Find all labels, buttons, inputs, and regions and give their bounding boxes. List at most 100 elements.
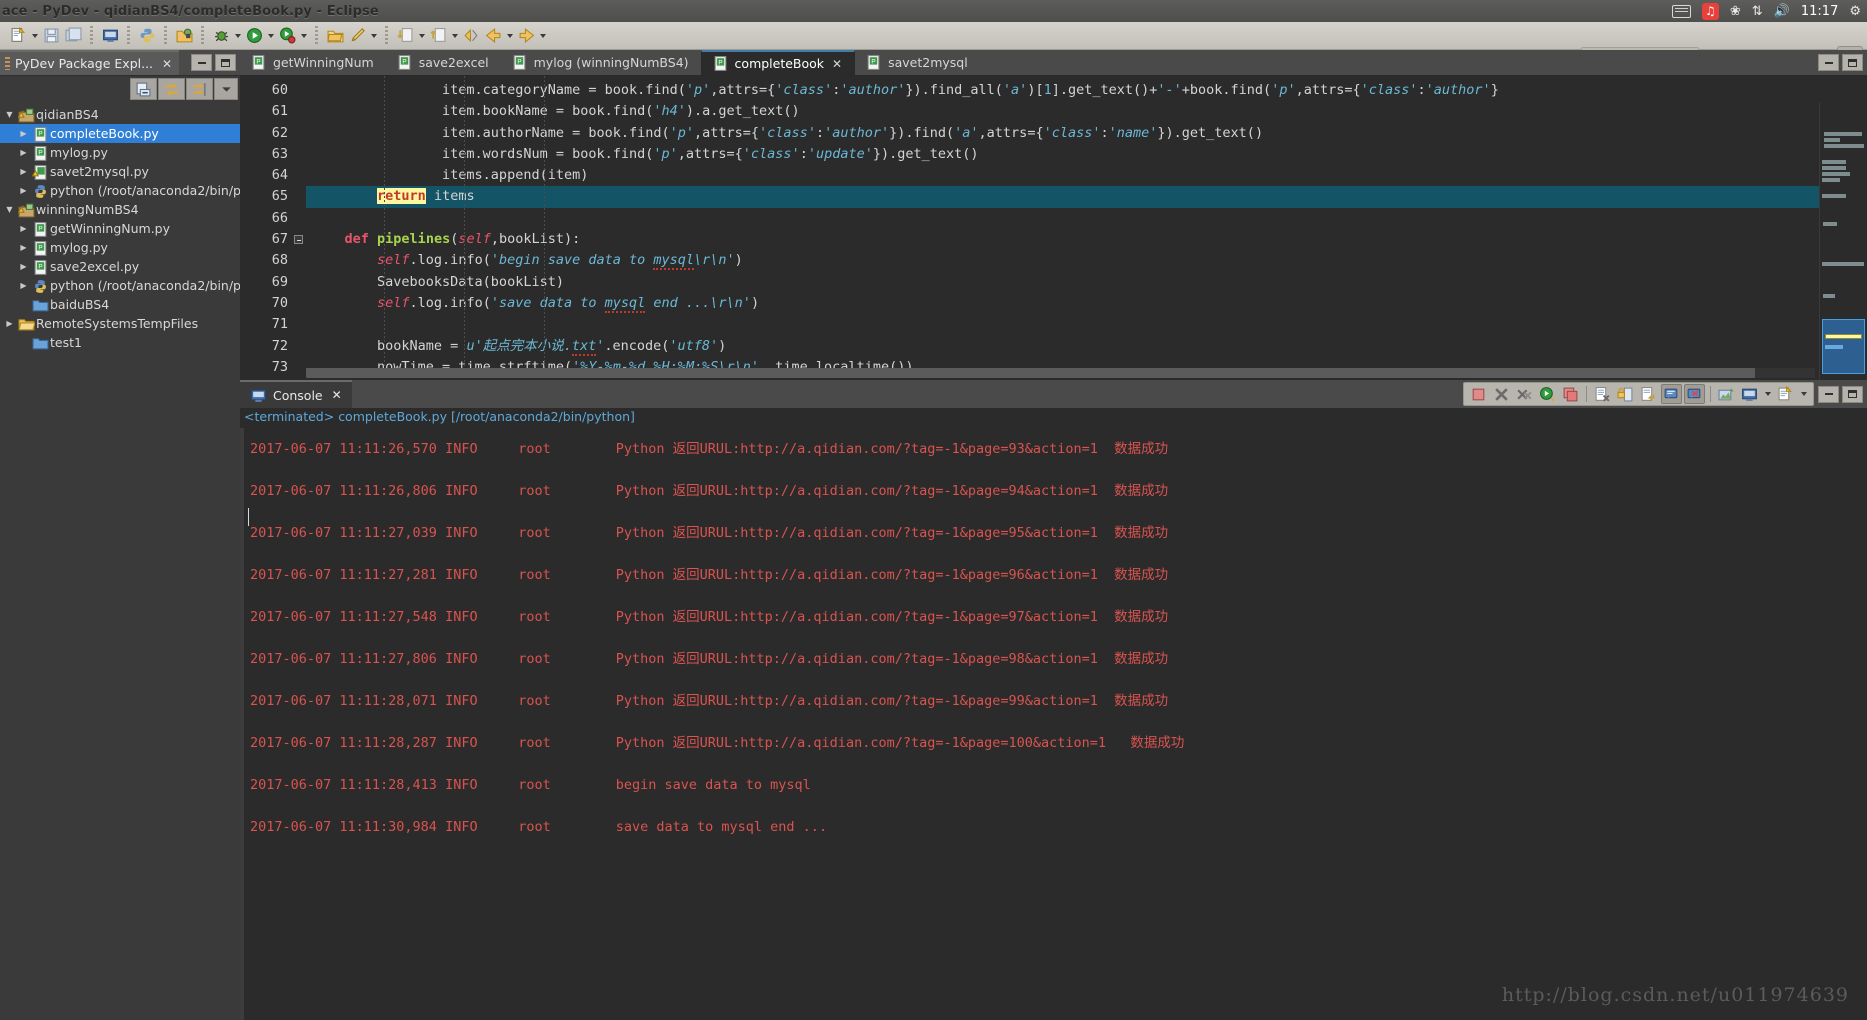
scroll-lock-icon[interactable] [1615,384,1636,404]
console-output[interactable]: 2017-06-07 11:11:26,570 INFO root Python… [240,428,1867,1020]
tree-item[interactable]: ▶savet2mysql.py [0,162,240,181]
save-icon[interactable] [40,25,62,47]
code-line[interactable]: bookName = u'起点完本小说.txt'.encode('utf8') [306,336,1867,357]
forward-dropdown-icon[interactable] [537,25,548,47]
music-icon[interactable]: ♫ [1702,3,1719,20]
settings-icon[interactable]: ⚙ [1849,5,1861,18]
tree-item[interactable]: ▶RemoteSystemsTempFiles [0,314,240,333]
new-icon[interactable] [7,25,29,47]
chevron-right-icon[interactable]: ▶ [18,281,29,290]
chevron-right-icon[interactable]: ▶ [18,224,29,233]
forward-icon[interactable] [515,25,537,47]
open-console-dropdown-arrow-icon[interactable] [1798,383,1809,405]
run-external-dropdown-icon[interactable] [298,25,309,47]
download-icon[interactable] [394,25,416,47]
prev-edit-icon[interactable] [460,25,482,47]
display-console-icon[interactable] [1739,384,1760,404]
clock[interactable]: 11:17 [1801,4,1838,19]
console-icon[interactable] [99,25,121,47]
code-line[interactable] [306,208,1867,229]
show-console-on-output-icon[interactable] [1684,384,1705,404]
tab-pydev-package-explorer[interactable]: PyDev Package Expl... ✕ [0,50,179,75]
tree-item[interactable]: ▶Pmylog.py [0,238,240,257]
view-menu-icon[interactable] [214,78,238,100]
chevron-right-icon[interactable]: ▶ [18,262,29,271]
chevron-down-icon[interactable]: ▼ [4,110,15,119]
open-console-icon[interactable] [1560,384,1581,404]
editor-tab-completebook[interactable]: PcompleteBook✕ [701,50,856,75]
maximize-button[interactable] [1842,386,1863,403]
code-line[interactable]: self.log.info('begin save data to mysql\… [306,250,1867,271]
close-icon[interactable]: ✕ [332,388,342,402]
bluetooth-icon[interactable]: ❀ [1730,5,1741,18]
download-dropdown-icon[interactable] [416,25,427,47]
display-console-dropdown-icon[interactable] [1762,383,1773,405]
editor-tab-getwinningnum[interactable]: PgetWinningNum [240,50,386,75]
tree-item[interactable]: ▶Psave2excel.py [0,257,240,276]
pencil-icon[interactable] [346,25,368,47]
chevron-right-icon[interactable]: ▶ [18,167,29,176]
link-editor-icon[interactable] [158,78,185,100]
maximize-button[interactable] [1842,54,1863,71]
editor-tab-mylog-winningnumbs4[interactable]: Pmylog (winningNumBS4) [501,50,701,75]
chevron-down-icon[interactable]: ▼ [4,205,15,214]
tree-item[interactable]: ▶PcompleteBook.py [0,124,240,143]
debug-dropdown-icon[interactable] [232,25,243,47]
tree-item[interactable]: ▶python (/root/anaconda2/bin/pyt [0,276,240,295]
code-line[interactable]: item.bookName = book.find('h4').a.get_te… [306,101,1867,122]
overview-ruler[interactable] [1819,102,1867,380]
search-dropdown-icon[interactable] [368,25,379,47]
collapse-all-icon[interactable] [130,78,157,100]
run-dropdown-icon[interactable] [265,25,276,47]
volume-icon[interactable]: 🔊 [1774,5,1790,18]
code-line[interactable] [306,314,1867,335]
open-folder-icon[interactable] [324,25,346,47]
open-console-dropdown-icon[interactable] [1775,384,1796,404]
chevron-right-icon[interactable]: ▶ [4,319,15,328]
code-line[interactable]: items.append(item) [306,165,1867,186]
tree-item[interactable]: ▶python (/root/anaconda2/bin/pyt [0,181,240,200]
folding-gutter[interactable] [292,76,306,380]
terminate-icon[interactable] [1468,384,1489,404]
chevron-right-icon[interactable]: ▶ [18,243,29,252]
tree-item[interactable]: baiduBS4 [0,295,240,314]
code-line[interactable]: SavebooksData(bookList) [306,272,1867,293]
editor-tab-savet2mysql[interactable]: Psavet2mysql [855,50,980,75]
code-line[interactable]: def pipelines(self,bookList): [306,229,1867,250]
editor-horizontal-scrollbar[interactable] [306,368,1815,378]
word-wrap-icon[interactable] [1638,384,1659,404]
editor-tab-save2excel[interactable]: Psave2excel [386,50,501,75]
minimize-button[interactable] [1818,54,1839,71]
tree-item[interactable]: ▶Pmylog.py [0,143,240,162]
save-all-icon[interactable] [62,25,84,47]
run-icon[interactable] [243,25,265,47]
new-console-view-icon[interactable] [1716,384,1737,404]
close-icon[interactable]: ✕ [162,57,172,71]
tree-item[interactable]: ▼qidianBS4 [0,105,240,124]
upload-icon[interactable] [427,25,449,47]
tree-item[interactable]: test1 [0,333,240,352]
keyboard-icon[interactable] [1672,5,1691,18]
run-external-icon[interactable] [276,25,298,47]
code-text[interactable]: item.categoryName = book.find('p',attrs=… [306,76,1867,380]
back-dropdown-icon[interactable] [504,25,515,47]
debug-icon[interactable] [210,25,232,47]
network-icon[interactable]: ⇅ [1752,5,1763,18]
upload-dropdown-icon[interactable] [449,25,460,47]
back-icon[interactable] [482,25,504,47]
chevron-right-icon[interactable]: ▶ [18,186,29,195]
remove-launch-icon[interactable] [1491,384,1512,404]
remove-all-terminated-icon[interactable] [1514,384,1535,404]
display-selected-console-icon[interactable] [1537,384,1558,404]
pin-console-icon[interactable] [1661,384,1682,404]
clear-console-icon[interactable] [1592,384,1613,404]
tab-console[interactable]: Console ✕ [240,380,352,408]
code-line[interactable]: self.log.info('save data to mysql end ..… [306,293,1867,314]
chevron-right-icon[interactable]: ▶ [18,148,29,157]
code-view[interactable]: 6061626364656667686970717273 item.catego… [240,76,1867,380]
focus-icon[interactable] [186,78,213,100]
code-line[interactable]: item.authorName = book.find('p',attrs={'… [306,123,1867,144]
python-icon[interactable] [136,25,158,47]
tree-item[interactable]: ▶PgetWinningNum.py [0,219,240,238]
fold-toggle-icon[interactable] [292,229,306,250]
